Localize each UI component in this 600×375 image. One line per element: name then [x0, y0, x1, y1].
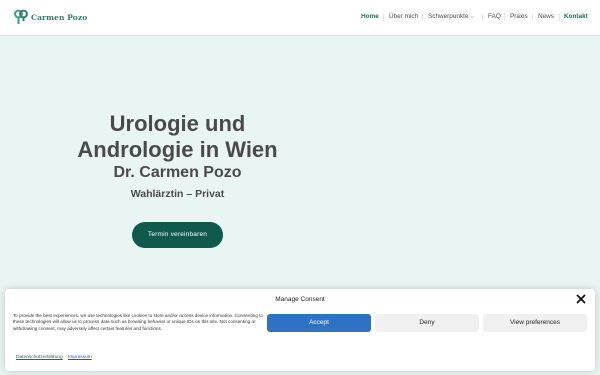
accept-button[interactable]: Accept — [267, 314, 371, 332]
nav-divider — [482, 14, 483, 21]
nav-schwerpunkte[interactable]: Schwerpunkte ⌵ — [428, 13, 474, 20]
nav-news[interactable]: News — [538, 13, 554, 20]
site-header: Carmen Pozo Home Über mich Schwerpunkte ⌵… — [0, 0, 600, 35]
hero-title: Urologie und Andrologie in Wien — [60, 111, 295, 163]
cookie-consent-banner: Manage Consent To provide the best exper… — [5, 289, 595, 371]
nav-divider — [504, 14, 505, 21]
hero-title-line-1: Urologie und — [109, 111, 246, 136]
nav-praxis[interactable]: Praxis — [510, 13, 528, 20]
nav-schwerpunkte-label: Schwerpunkte — [428, 13, 469, 20]
nav-divider — [422, 14, 423, 21]
nav-ueber-mich[interactable]: Über mich — [389, 13, 418, 20]
nav-kontakt[interactable]: Kontakt — [564, 13, 588, 20]
hero-title-line-2: Andrologie in Wien — [77, 137, 278, 162]
nav-divider — [383, 14, 384, 21]
nav-home[interactable]: Home — [361, 13, 379, 20]
book-appointment-button[interactable]: Termin vereinbaren — [132, 222, 223, 248]
deny-button[interactable]: Deny — [375, 314, 479, 332]
view-preferences-button[interactable]: View preferences — [483, 314, 587, 332]
nav-faq[interactable]: FAQ — [488, 13, 501, 20]
chevron-down-icon: ⌵ — [470, 14, 475, 20]
nav-divider — [532, 14, 533, 21]
consent-links: Datenschutzerklärung Impressum — [16, 355, 96, 360]
privacy-policy-link[interactable]: Datenschutzerklärung — [16, 355, 63, 360]
hero-doctor-name: Dr. Carmen Pozo — [113, 164, 242, 181]
consent-title: Manage Consent — [275, 296, 325, 303]
nav-divider — [559, 14, 560, 21]
imprint-link[interactable]: Impressum — [68, 355, 92, 360]
consent-text: To provide the best experiences, we use … — [13, 313, 263, 331]
hero-subtitle: Wahlärztin – Privat — [130, 188, 225, 200]
close-icon[interactable] — [575, 293, 587, 305]
main-nav: Home Über mich Schwerpunkte ⌵ FAQ Praxis … — [0, 13, 600, 25]
